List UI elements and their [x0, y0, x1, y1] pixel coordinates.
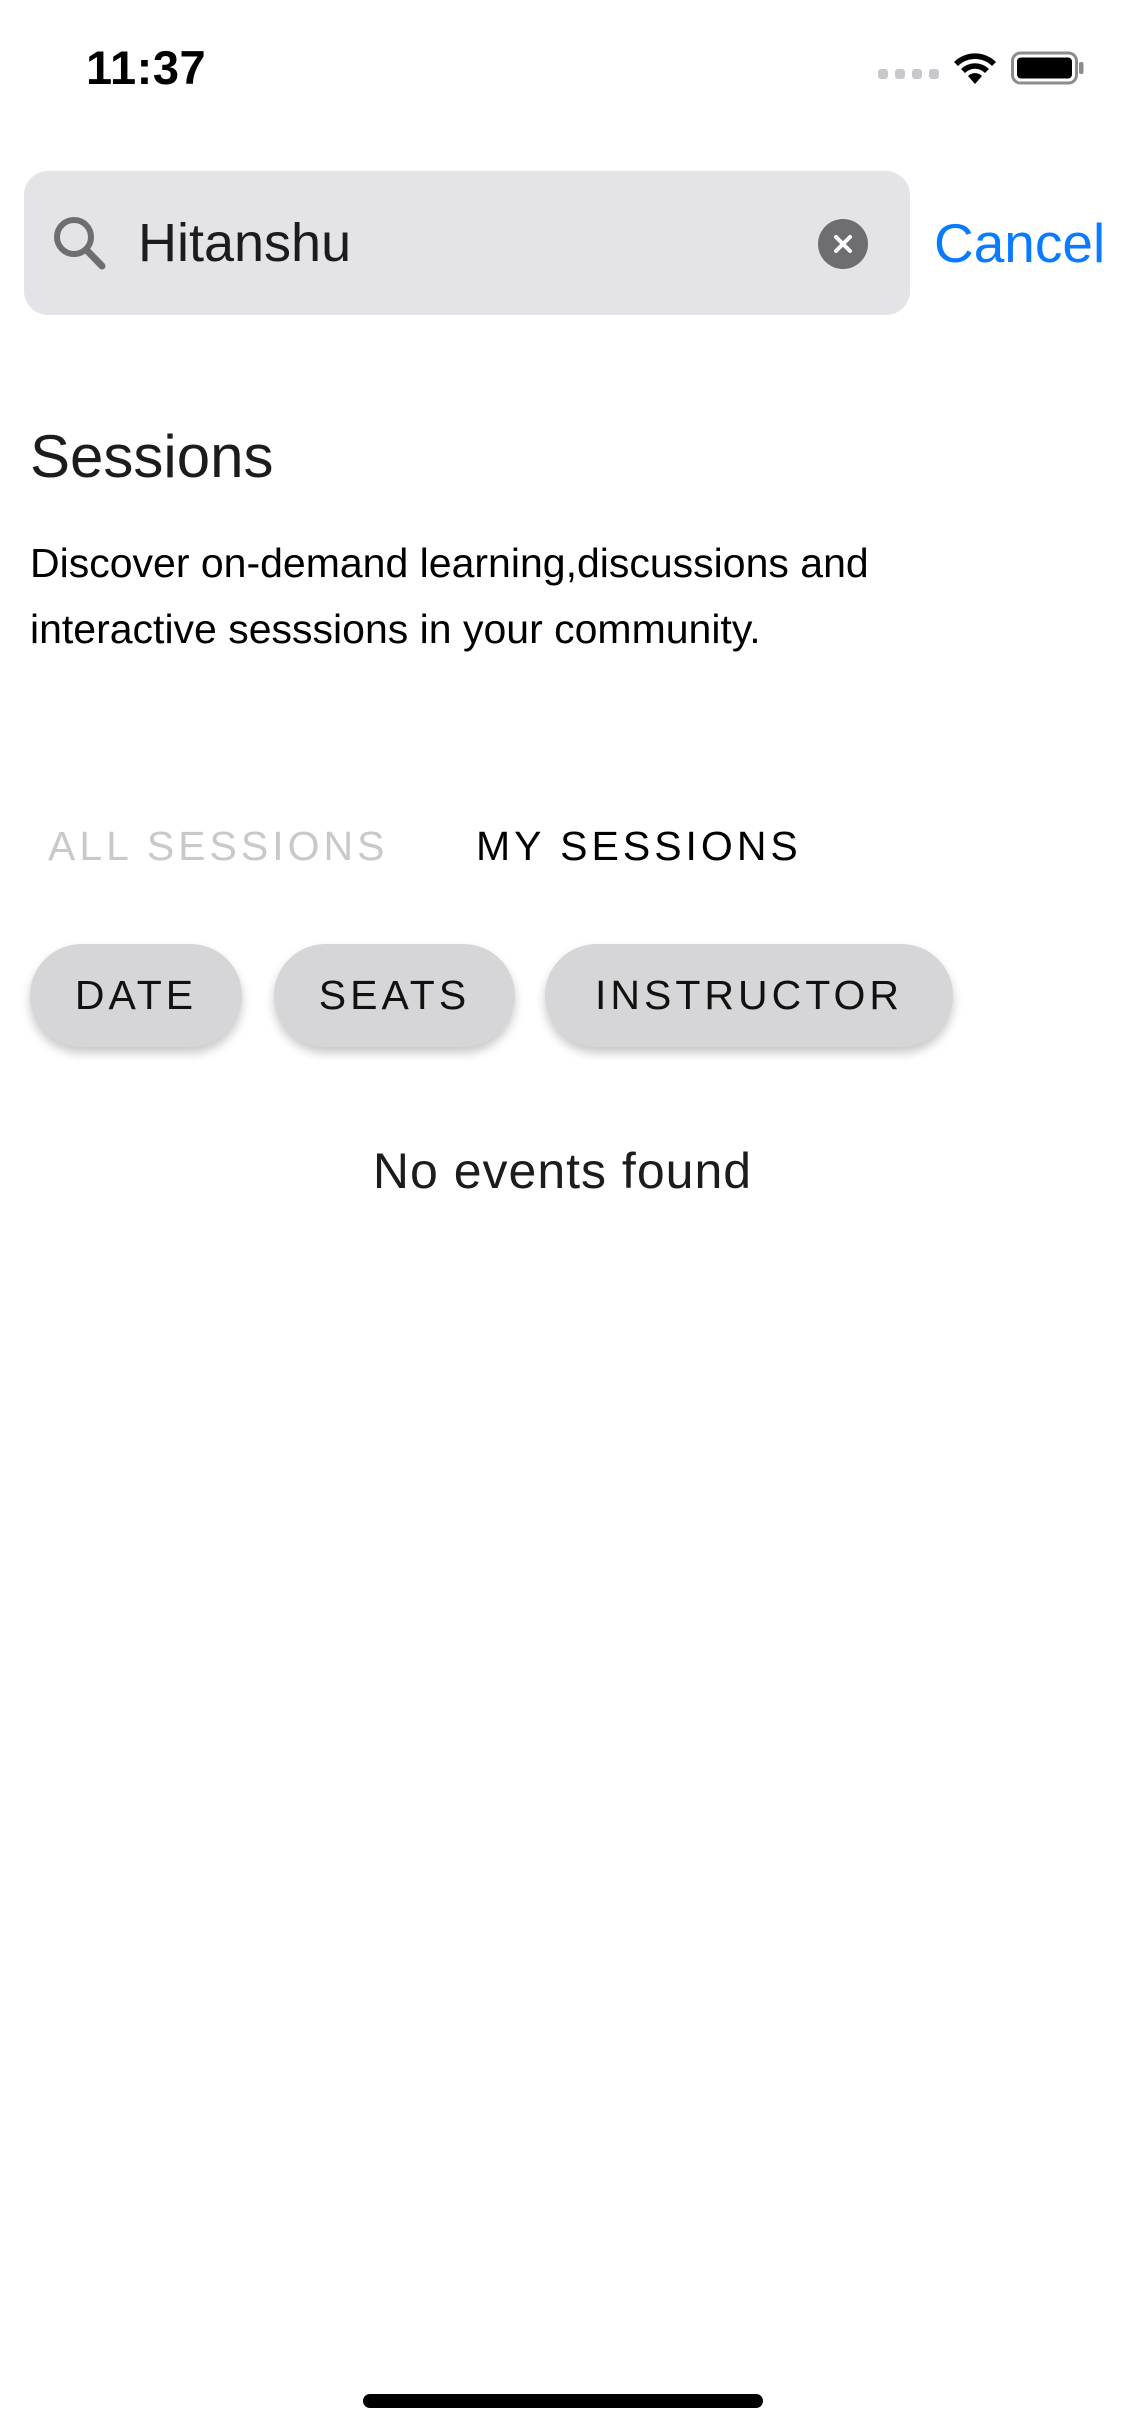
status-time: 11:37	[86, 41, 207, 94]
filter-date-button[interactable]: DATE	[30, 944, 242, 1047]
filter-seats-button[interactable]: SEATS	[274, 944, 515, 1047]
search-bar[interactable]: Hitanshu	[24, 171, 910, 315]
empty-state-message: No events found	[372, 1143, 753, 1199]
wifi-icon	[954, 53, 996, 84]
clear-search-button[interactable]	[818, 219, 868, 269]
search-input[interactable]: Hitanshu	[138, 171, 351, 315]
cancel-button[interactable]: Cancel	[934, 171, 1105, 315]
tab-my-sessions[interactable]: MY SESSIONS	[476, 818, 802, 874]
battery-icon	[1011, 51, 1084, 85]
search-icon	[54, 217, 106, 270]
status-icons	[878, 48, 1085, 88]
filter-instructor-button[interactable]: INSTRUCTOR	[545, 944, 953, 1047]
page-title: Sessions	[30, 423, 274, 490]
home-indicator[interactable]	[363, 2394, 763, 2408]
signal-icon	[878, 57, 939, 79]
clear-icon	[834, 235, 852, 253]
page-description: Discover on-demand learning,discussions …	[30, 540, 869, 652]
tab-all-sessions[interactable]: ALL SESSIONS	[48, 818, 388, 874]
